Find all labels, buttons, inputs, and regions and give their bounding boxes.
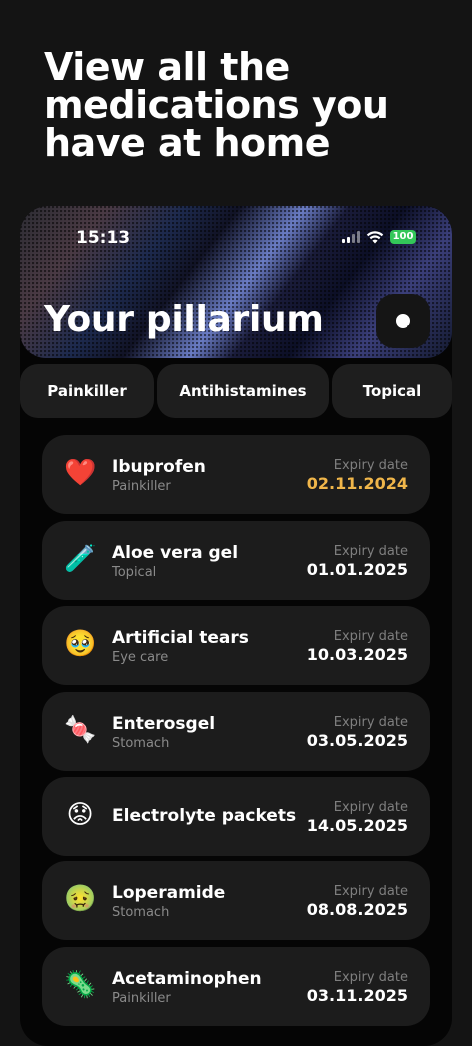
expiry-label: Expiry date [333, 715, 408, 730]
medication-name: Loperamide [112, 883, 226, 903]
medication-name: Enterosgel [112, 714, 216, 734]
phone-mockup: 15:13 100 Your pillarium Painkiller Anti… [20, 206, 452, 1046]
status-icons: 100 [342, 230, 416, 244]
candy-emoji-icon: 🍬 [64, 715, 97, 745]
medication-category: Painkiller [112, 479, 171, 494]
worried-face-emoji-icon: 😟 [66, 800, 94, 830]
heart-emoji-icon: ❤️ [64, 458, 97, 488]
battery-icon: 100 [390, 230, 416, 244]
expiry-date: 14.05.2025 [306, 816, 408, 835]
expiry-date: 03.05.2025 [306, 731, 408, 750]
medication-category: Stomach [112, 905, 170, 920]
category-filter-bar: Painkiller Antihistamines Topical [20, 364, 452, 420]
medication-category: Stomach [112, 736, 170, 751]
medication-category: Painkiller [112, 991, 171, 1006]
category-chip-topical[interactable]: Topical [332, 364, 452, 418]
expiry-label: Expiry date [333, 800, 408, 815]
expiry-date: 08.08.2025 [306, 900, 408, 919]
search-button[interactable] [376, 294, 430, 348]
test-tube-emoji-icon: 🧪 [64, 544, 97, 574]
medication-name: Acetaminophen [112, 969, 262, 989]
status-time: 15:13 [76, 228, 131, 248]
expiry-label: Expiry date [333, 629, 408, 644]
expiry-label: Expiry date [333, 970, 408, 985]
cellular-signal-icon [342, 231, 360, 243]
expiry-date: 02.11.2024 [306, 474, 408, 493]
medication-name: Ibuprofen [112, 457, 206, 477]
medication-card-acetaminophen[interactable]: 🦠 Acetaminophen Painkiller Expiry date 0… [42, 947, 430, 1026]
medication-card-enterosgel[interactable]: 🍬 Enterosgel Stomach Expiry date 03.05.2… [42, 692, 430, 771]
expiry-label: Expiry date [333, 544, 408, 559]
medication-name: Electrolyte packets [112, 806, 297, 826]
medication-card-loperamide[interactable]: 🤢 Loperamide Stomach Expiry date 08.08.2… [42, 861, 430, 940]
category-chip-antihistamines[interactable]: Antihistamines [157, 364, 329, 418]
hero-header: 15:13 100 Your pillarium [20, 206, 452, 358]
medication-category: Eye care [112, 650, 169, 665]
medication-card-ibuprofen[interactable]: ❤️ Ibuprofen Painkiller Expiry date 02.1… [42, 435, 430, 514]
expiry-label: Expiry date [333, 884, 408, 899]
search-icon [396, 314, 411, 329]
medication-name: Aloe vera gel [112, 543, 239, 563]
expiry-date: 03.11.2025 [306, 986, 408, 1005]
expiry-date: 10.03.2025 [306, 645, 408, 664]
nauseated-face-emoji-icon: 🤢 [64, 884, 97, 914]
pleading-face-emoji-icon: 🥹 [64, 629, 97, 659]
medication-card-electrolyte-packets[interactable]: 😟 Electrolyte packets Expiry date 14.05.… [42, 777, 430, 856]
medication-card-aloe-vera-gel[interactable]: 🧪 Aloe vera gel Topical Expiry date 01.0… [42, 521, 430, 600]
app-title: Your pillarium [44, 299, 324, 340]
medication-card-artificial-tears[interactable]: 🥹 Artificial tears Eye care Expiry date … [42, 606, 430, 685]
page-headline: View all the medications you have at hom… [44, 45, 389, 165]
wifi-icon [366, 231, 384, 244]
expiry-label: Expiry date [333, 458, 408, 473]
medication-category: Topical [112, 565, 157, 580]
medication-name: Artificial tears [112, 628, 249, 648]
category-chip-painkiller[interactable]: Painkiller [20, 364, 154, 418]
microbe-emoji-icon: 🦠 [64, 970, 97, 1000]
expiry-date: 01.01.2025 [306, 560, 408, 579]
